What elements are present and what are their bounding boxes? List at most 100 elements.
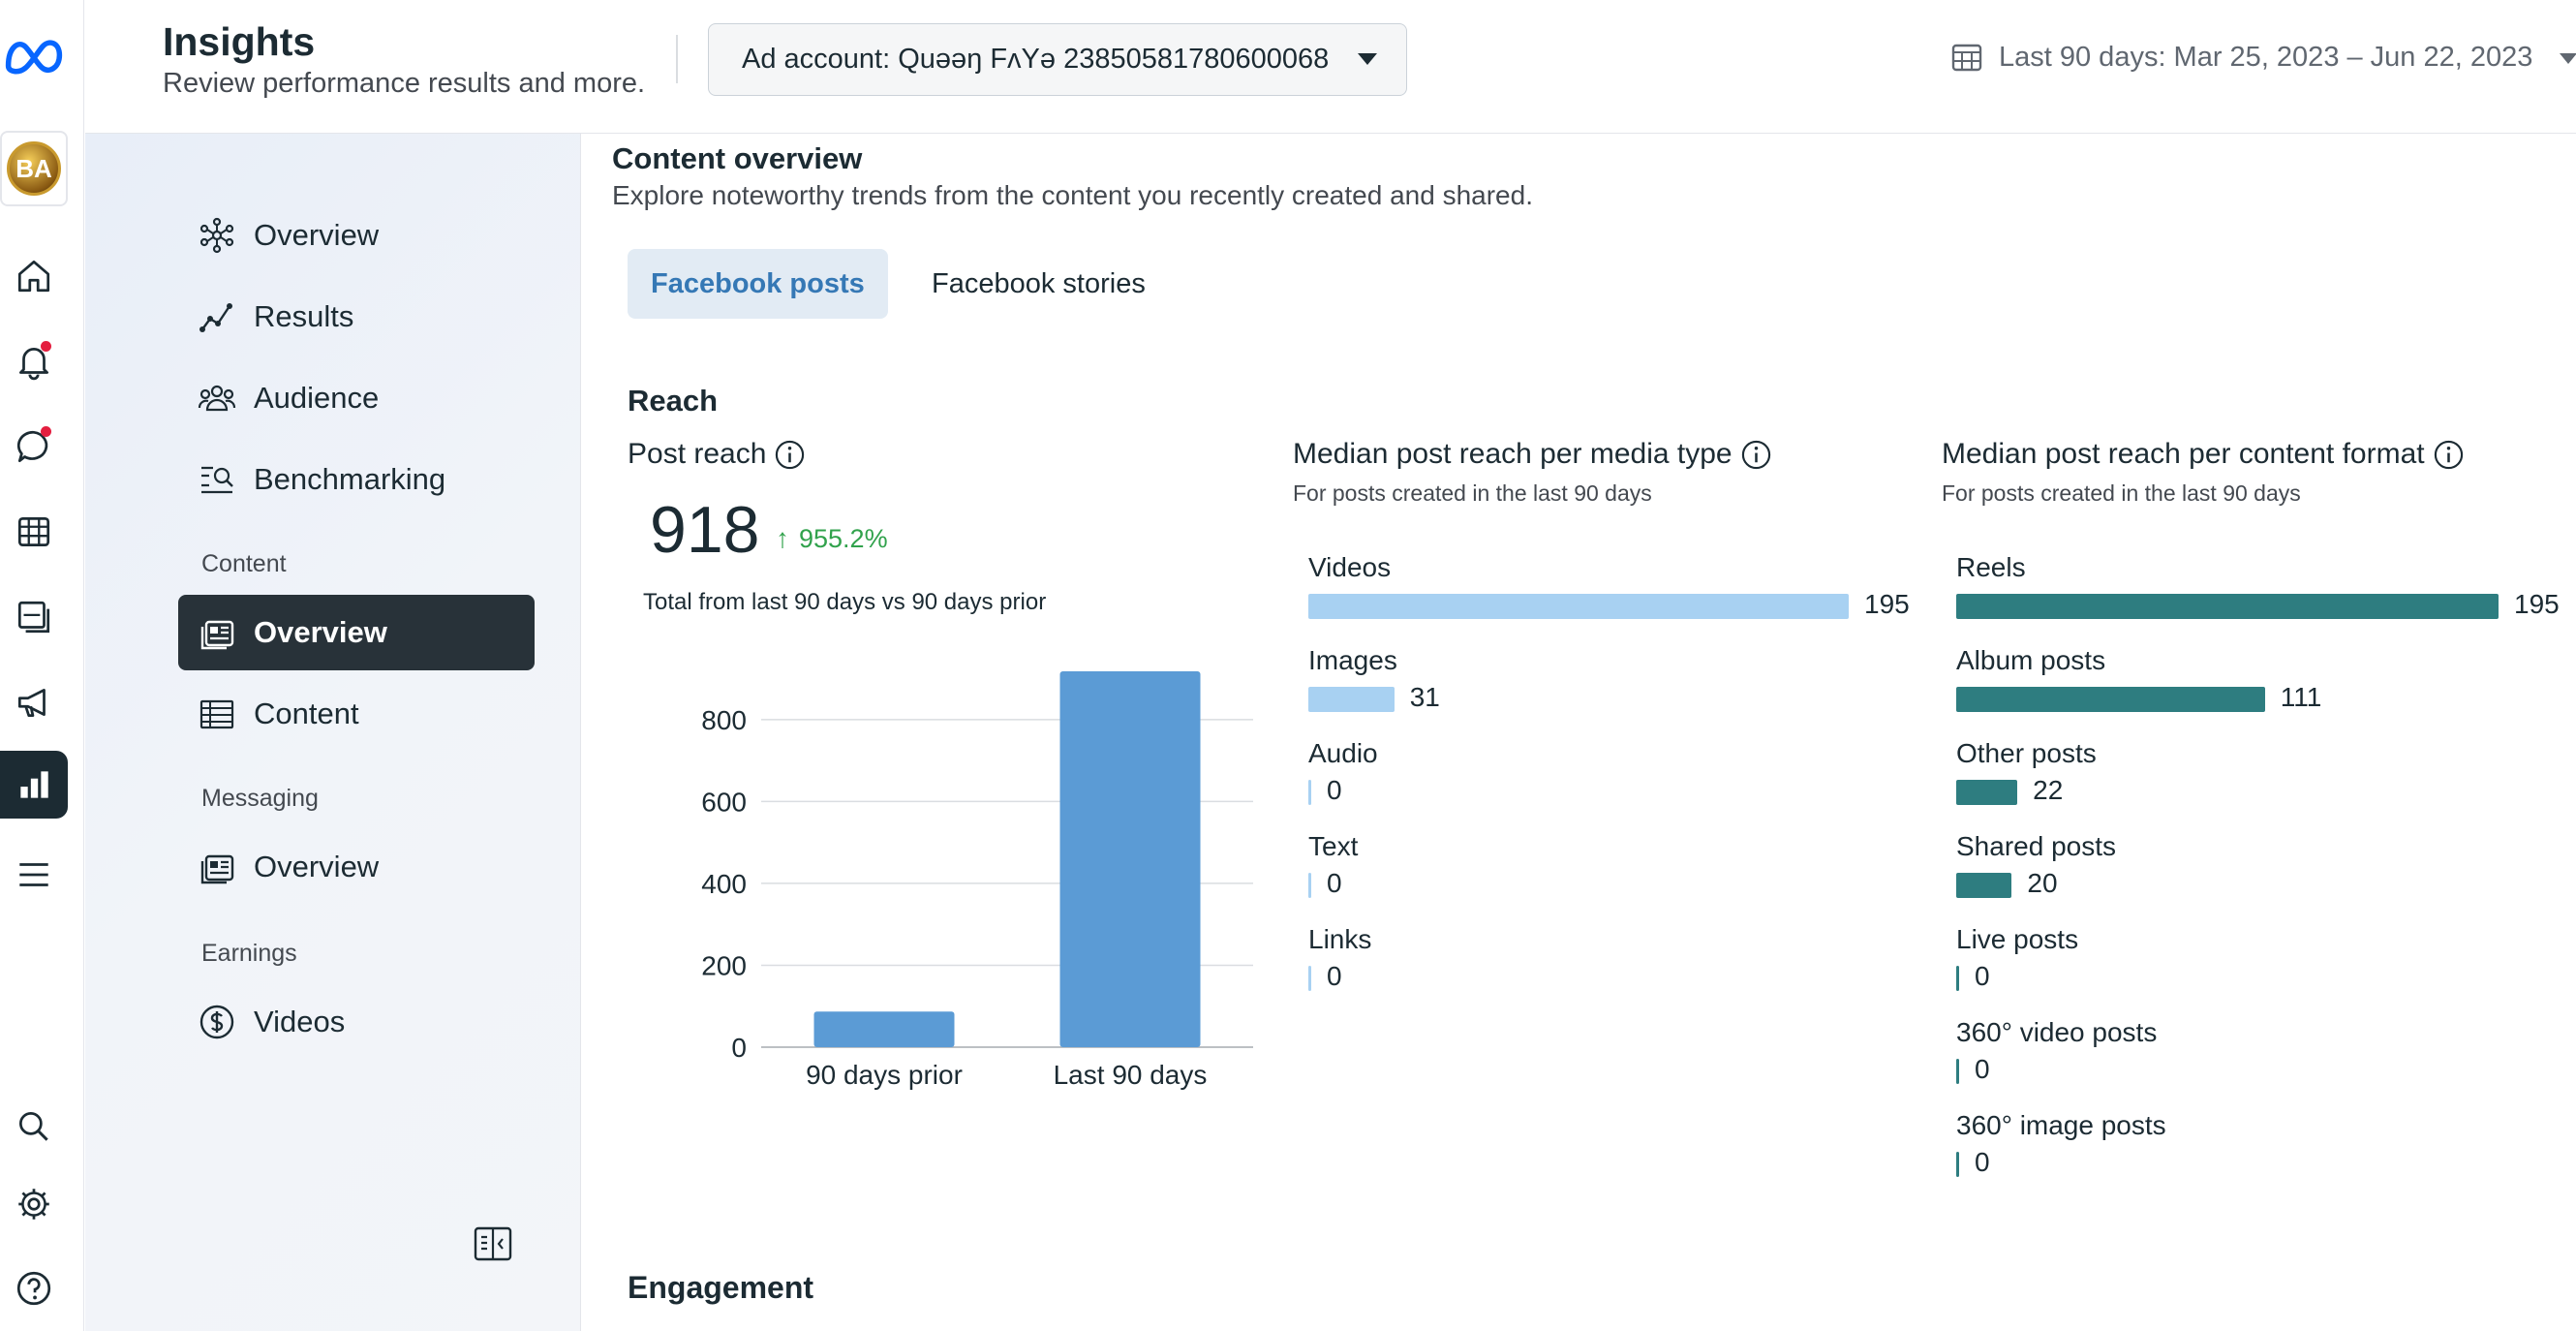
header-divider	[676, 35, 678, 83]
date-range-label: Last 90 days: Mar 25, 2023 – Jun 22, 202…	[1999, 41, 2533, 73]
page-header: Insights Review performance results and …	[85, 0, 2576, 134]
main-content: Content overview Explore noteworthy tren…	[582, 134, 2576, 1331]
gear-icon[interactable]	[0, 1170, 68, 1238]
megaphone-icon[interactable]	[0, 668, 68, 736]
date-range-picker[interactable]: Last 90 days: Mar 25, 2023 – Jun 22, 202…	[1950, 41, 2532, 74]
home-icon[interactable]	[0, 242, 68, 310]
collapse-sidebar-icon[interactable]	[473, 1223, 513, 1264]
y-tick-label: 800	[701, 705, 747, 735]
bar-row-label: Reels	[1956, 552, 2026, 582]
bar-row-value: 0	[1975, 1054, 1990, 1084]
chart-bar[interactable]	[1059, 671, 1201, 1047]
page-subtitle: Review performance results and more.	[163, 68, 646, 99]
avatar-initials: BA	[7, 141, 61, 196]
nav-benchmarking[interactable]: Benchmarking	[178, 442, 535, 517]
content-overview-icon	[200, 620, 234, 650]
menu-icon[interactable]	[0, 841, 68, 909]
bar-row-label: 360° video posts	[1956, 1017, 2158, 1047]
bar-row-value: 0	[1975, 961, 1990, 991]
bar-row-label: Other posts	[1956, 738, 2097, 768]
message-dot	[41, 426, 51, 437]
chat-icon[interactable]	[0, 413, 68, 480]
info-icon[interactable]	[2433, 439, 2465, 471]
nav-section-messaging: Messaging	[201, 785, 319, 812]
compare-icon	[201, 466, 233, 494]
y-tick-label: 400	[701, 869, 747, 899]
date-chevron-down-icon[interactable]	[2560, 53, 2576, 64]
nav-audience-label: Audience	[254, 381, 380, 415]
y-tick-label: 0	[731, 1033, 747, 1063]
content-format-subtitle: For posts created in the last 90 days	[1942, 480, 2301, 506]
notification-dot	[41, 341, 51, 352]
nav-messaging-overview[interactable]: Overview	[178, 829, 535, 905]
calendar-icon	[1951, 44, 1982, 72]
help-icon[interactable]	[0, 1254, 68, 1322]
bar-row-value: 0	[1327, 775, 1342, 805]
insights-icon[interactable]	[0, 751, 68, 819]
chevron-down-icon	[1358, 53, 1377, 65]
table-icon[interactable]	[0, 498, 68, 566]
nav-content-label: Content	[254, 696, 359, 730]
engagement-title: Engagement	[628, 1270, 814, 1305]
bar-row-label: Links	[1308, 924, 1372, 954]
chart-bar[interactable]	[813, 1011, 955, 1047]
trend-icon	[199, 303, 232, 332]
ad-account-label: Ad account: Quəəŋ FʌYə 23850581780600068	[742, 44, 1330, 75]
bar-row-label: 360° image posts	[1956, 1110, 2166, 1140]
bar-row-fill	[1956, 687, 2265, 712]
content-format-title: Median post reach per content format	[1942, 438, 2465, 471]
nav-overview[interactable]: Overview	[178, 198, 535, 273]
insights-sidenav: Overview Results Audience Benchmarking C…	[85, 134, 581, 1331]
bar-row-fill	[1956, 873, 2012, 898]
dollar-icon	[199, 1005, 234, 1039]
bar-row-label: Shared posts	[1956, 831, 2116, 861]
media-type-title: Median post reach per media type	[1293, 438, 1772, 471]
nav-section-content: Content	[201, 550, 287, 577]
bar-row-fill	[1956, 1152, 1959, 1177]
people-icon	[198, 385, 236, 412]
nav-content-overview[interactable]: Overview	[178, 595, 535, 670]
nav-content-overview-label: Overview	[254, 615, 387, 649]
info-icon[interactable]	[1740, 439, 1772, 471]
nav-overview-label: Overview	[254, 218, 380, 252]
bell-icon[interactable]	[0, 327, 68, 395]
nav-section-earnings: Earnings	[201, 940, 297, 967]
nav-messaging-overview-label: Overview	[254, 850, 380, 883]
meta-logo[interactable]	[0, 21, 68, 89]
bar-row-fill	[1956, 780, 2018, 805]
bar-row-value: 20	[2027, 868, 2058, 898]
bar-row-value: 111	[2280, 682, 2322, 712]
nav-content[interactable]: Content	[178, 676, 535, 752]
bar-row-value: 0	[1975, 1147, 1990, 1177]
nav-earnings-videos[interactable]: Videos	[178, 984, 535, 1060]
nav-audience[interactable]: Audience	[178, 360, 535, 436]
nav-results[interactable]: Results	[178, 279, 535, 355]
bar-row-label: Images	[1308, 645, 1397, 675]
bar-row-fill	[1956, 966, 1959, 991]
bar-row-fill	[1956, 594, 2499, 619]
bar-row-label: Audio	[1308, 738, 1378, 768]
media-type-subtitle: For posts created in the last 90 days	[1293, 480, 1652, 506]
bar-row-value: 0	[1327, 868, 1342, 898]
x-tick-label: Last 90 days	[1054, 1060, 1208, 1090]
post-reach-bar-chart: 0 200 400 600 800 90 days prior Last 90 days	[701, 671, 1253, 1090]
bar-row-fill	[1308, 594, 1849, 619]
content-format-title-label: Median post reach per content format	[1942, 438, 2425, 470]
page-title: Insights	[163, 19, 316, 64]
bar-row-fill	[1308, 873, 1311, 898]
nav-benchmarking-label: Benchmarking	[254, 462, 446, 496]
network-icon	[199, 217, 234, 254]
bar-row-fill	[1308, 780, 1311, 805]
pages-icon[interactable]	[0, 583, 68, 651]
bar-row-value: 195	[2514, 589, 2560, 619]
icon-rail: BA	[0, 0, 84, 1331]
bar-row-fill	[1956, 1059, 1959, 1084]
bar-row-value: 31	[1409, 682, 1440, 712]
search-icon[interactable]	[0, 1093, 68, 1161]
y-tick-label: 200	[701, 950, 747, 980]
bar-row-label: Live posts	[1956, 924, 2079, 954]
bar-row-label: Videos	[1308, 552, 1392, 582]
avatar[interactable]: BA	[0, 131, 68, 206]
bar-row-label: Album posts	[1956, 645, 2106, 675]
ad-account-select[interactable]: Ad account: Quəəŋ FʌYə 23850581780600068	[708, 23, 1407, 96]
